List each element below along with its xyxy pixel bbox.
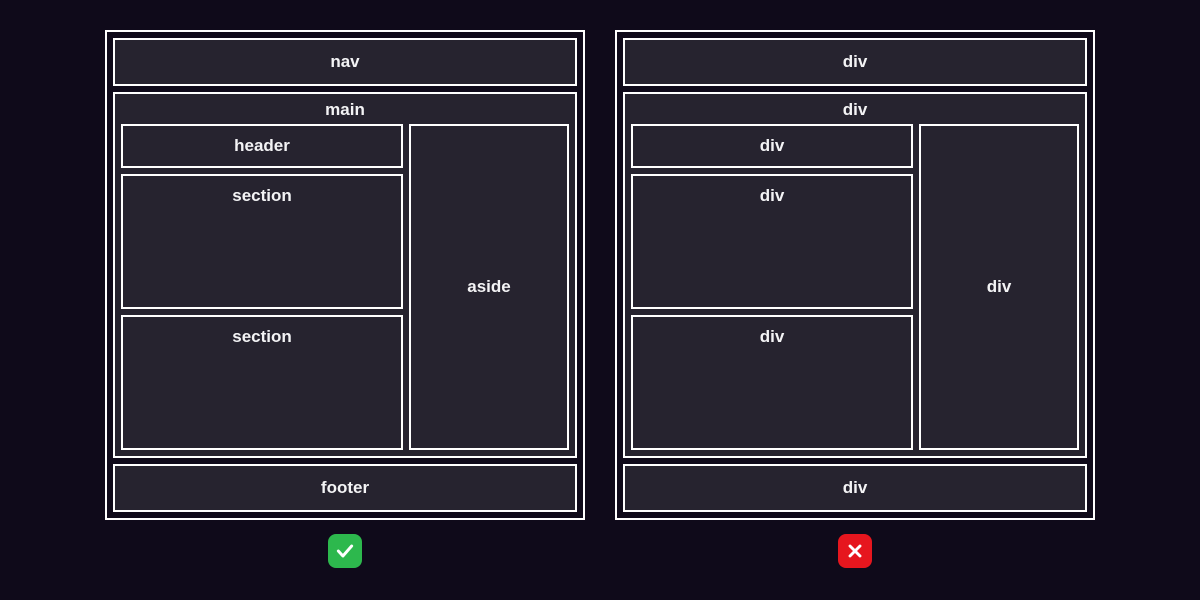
div-header-label: div <box>760 136 785 156</box>
aside-label: aside <box>467 277 510 297</box>
section-box-1: section <box>121 174 403 309</box>
aside-box: aside <box>409 124 569 450</box>
div-main-left-column: div div div <box>631 124 913 450</box>
div-header-box: div <box>631 124 913 168</box>
div-section-1-label: div <box>760 186 785 206</box>
div-main-inner: div div div div <box>625 124 1085 456</box>
main-left-column: header section section <box>121 124 403 450</box>
cross-icon <box>838 534 872 568</box>
div-footer-label: div <box>843 478 868 498</box>
div-aside-box: div <box>919 124 1079 450</box>
main-label: main <box>115 94 575 124</box>
div-section-box-2: div <box>631 315 913 450</box>
div-section-box-1: div <box>631 174 913 309</box>
div-footer-box: div <box>623 464 1087 512</box>
semantic-layout-panel: nav main header section section aside <box>105 30 585 520</box>
main-box: main header section section aside <box>113 92 577 458</box>
div-section-2-label: div <box>760 327 785 347</box>
nav-box: nav <box>113 38 577 86</box>
footer-label: footer <box>321 478 369 498</box>
checkmark-icon <box>328 534 362 568</box>
nav-label: nav <box>330 52 359 72</box>
section-1-label: section <box>232 186 292 206</box>
semantic-example: nav main header section section aside <box>105 30 585 568</box>
div-nav-box: div <box>623 38 1087 86</box>
header-label: header <box>234 136 290 156</box>
header-box: header <box>121 124 403 168</box>
footer-box: footer <box>113 464 577 512</box>
div-aside-label: div <box>987 277 1012 297</box>
nonsemantic-example: div div div div div div <box>615 30 1095 568</box>
section-box-2: section <box>121 315 403 450</box>
div-nav-label: div <box>843 52 868 72</box>
div-main-label: div <box>625 94 1085 124</box>
div-main-box: div div div div div <box>623 92 1087 458</box>
nonsemantic-layout-panel: div div div div div div <box>615 30 1095 520</box>
section-2-label: section <box>232 327 292 347</box>
main-inner: header section section aside <box>115 124 575 456</box>
